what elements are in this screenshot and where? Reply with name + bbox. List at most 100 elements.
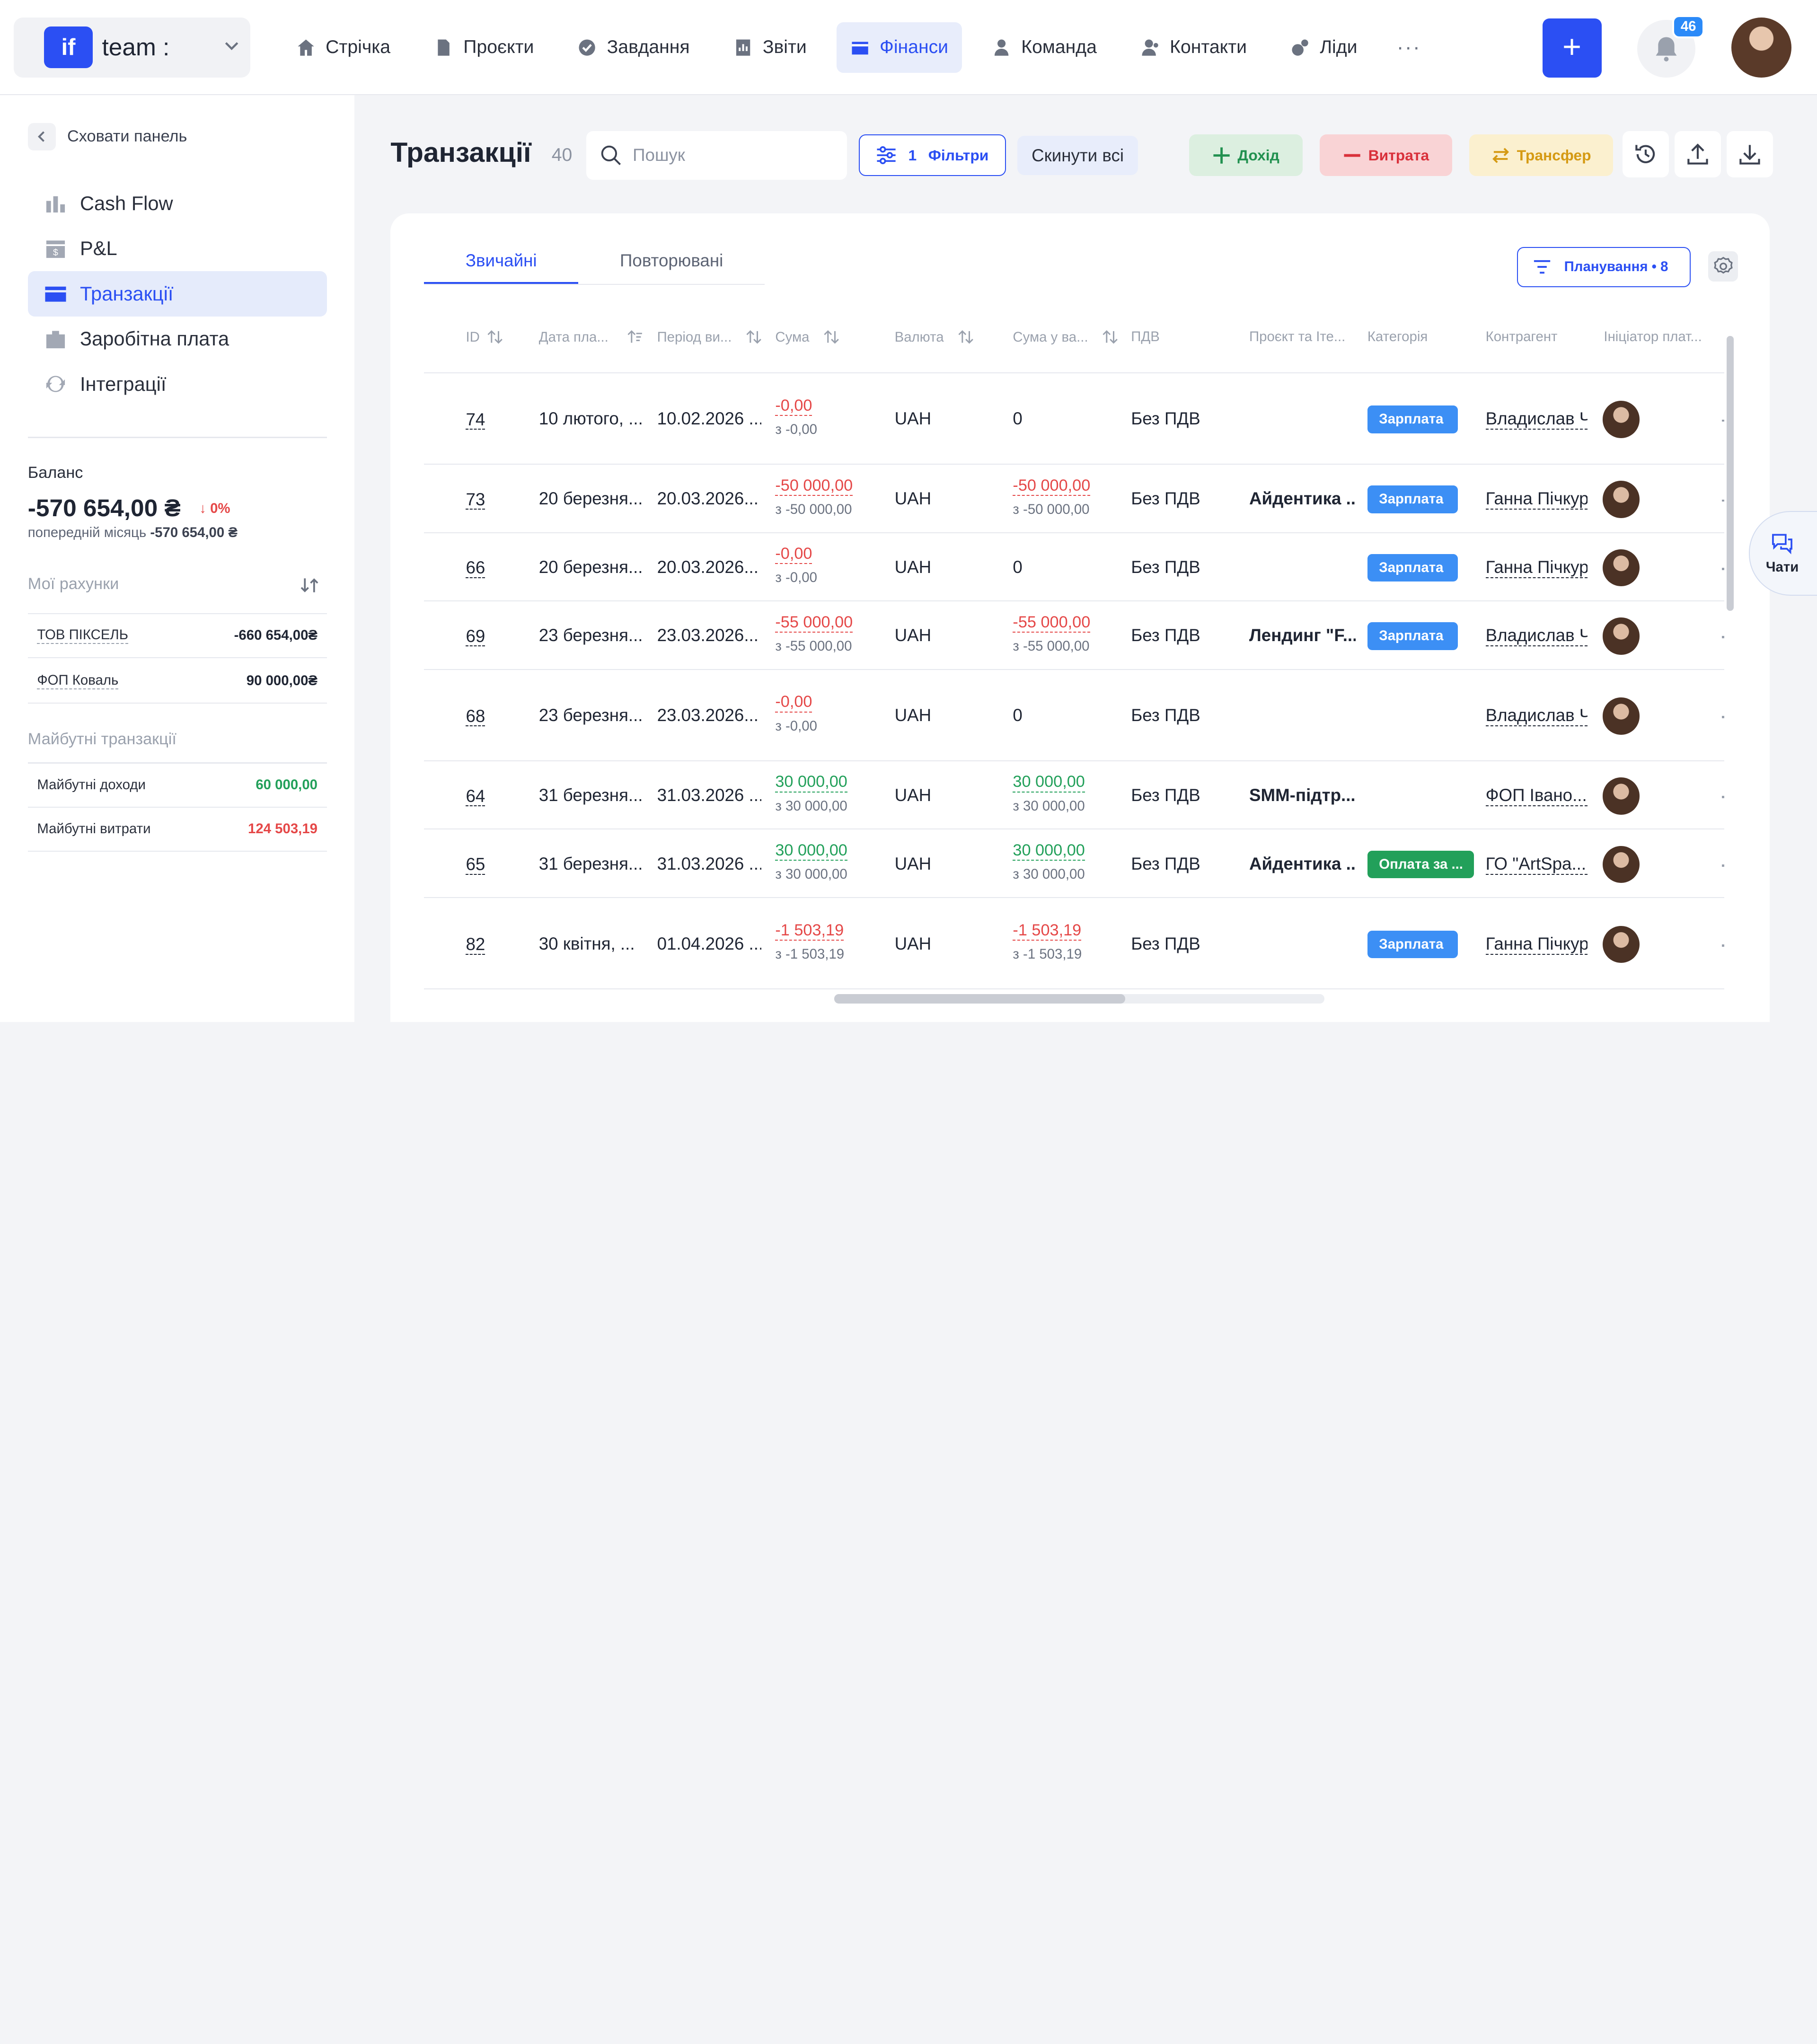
table-row[interactable]: 65 31 березня... 31.03.2026 ... 30 000,00 з …: [424, 829, 1725, 898]
col-vat[interactable]: ПДВ: [1131, 329, 1160, 345]
counterparty[interactable]: Ганна Пічкур: [1485, 934, 1588, 955]
counterparty[interactable]: Ганна Пічкур: [1485, 557, 1588, 578]
table-row[interactable]: 82 30 квітня, ... 01.04.2026 ... -1 503,19 з…: [424, 898, 1725, 990]
reset-filters-button[interactable]: Скинути всі: [1017, 135, 1138, 175]
nav-item-finance[interactable]: Фінанси: [837, 22, 962, 73]
amount-currency-value[interactable]: 30 000,00: [1013, 841, 1085, 861]
project[interactable]: SMM-підтр...: [1249, 785, 1356, 805]
table-row[interactable]: 74 10 лютого, ... 10.02.2026 ... -0,00 з -0,…: [424, 373, 1725, 465]
user-avatar[interactable]: [1731, 17, 1792, 78]
amount-value[interactable]: -55 000,00: [775, 613, 853, 633]
category-badge[interactable]: Зарплата: [1367, 930, 1458, 959]
col-initiator[interactable]: Ініціатор плат...: [1604, 329, 1702, 345]
nav-item-team[interactable]: Команда: [979, 22, 1111, 73]
tab-recurring[interactable]: Повторювані: [578, 238, 765, 284]
counterparty[interactable]: Ганна Пічкур: [1485, 489, 1588, 510]
planning-button[interactable]: Планування • 8: [1517, 247, 1691, 288]
search-input[interactable]: [633, 145, 818, 166]
col-project[interactable]: Проєкт та Іте...: [1249, 329, 1345, 345]
amount-value[interactable]: -0,00: [775, 396, 812, 416]
transaction-id[interactable]: 74: [466, 410, 485, 430]
amount-currency-value[interactable]: 30 000,00: [1013, 773, 1085, 793]
amount-value[interactable]: -0,00: [775, 693, 812, 713]
nav-item-tasks[interactable]: Завдання: [564, 22, 704, 73]
amount-value[interactable]: -0,00: [775, 545, 812, 564]
nav-item-leads[interactable]: Ліди: [1277, 22, 1371, 73]
sidebar-item-salary[interactable]: Заробітна плата: [28, 317, 327, 362]
table-row[interactable]: 64 31 березня... 31.03.2026 ... 30 000,00 з …: [424, 761, 1725, 830]
col-period[interactable]: Період ви...: [657, 329, 762, 345]
sidebar-item-label: Інтеграції: [79, 372, 167, 395]
amount-currency-value[interactable]: -55 000,00: [1013, 613, 1091, 633]
col-amount-currency[interactable]: Сума у ва...: [1013, 329, 1118, 345]
create-button[interactable]: +: [1542, 18, 1602, 78]
amount-currency-value[interactable]: -50 000,00: [1013, 476, 1091, 496]
project[interactable]: Лендинг "F...: [1249, 626, 1356, 645]
column-label: Сума: [775, 329, 810, 345]
transaction-id[interactable]: 66: [466, 558, 485, 578]
payment-date: 31 березня...: [538, 854, 643, 873]
account-row[interactable]: ТОВ ПІКСЕЛЬ -660 654,00₴: [27, 614, 327, 658]
column-label: Дата пла...: [538, 329, 609, 345]
vertical-scrollbar[interactable]: [1727, 336, 1734, 611]
counterparty[interactable]: Владислав Ч: [1485, 705, 1588, 727]
col-amount[interactable]: Сума: [775, 329, 839, 345]
sort-icon[interactable]: [299, 575, 320, 596]
export-button[interactable]: [1674, 131, 1721, 177]
counterparty[interactable]: ГО "ArtSpa...: [1485, 854, 1588, 875]
sidebar-item-cashflow[interactable]: Cash Flow: [28, 181, 327, 226]
col-counterparty[interactable]: Контрагент: [1486, 329, 1558, 345]
transaction-id[interactable]: 65: [466, 855, 485, 875]
history-button[interactable]: [1622, 131, 1669, 177]
workspace-switcher[interactable]: if team :: [14, 17, 250, 78]
table-row[interactable]: 69 23 березня... 23.03.2026... -55 000,00 з …: [424, 601, 1725, 670]
nav-item-feed[interactable]: Стрічка: [283, 22, 405, 73]
transaction-id[interactable]: 73: [466, 490, 485, 510]
counterparty[interactable]: Владислав Ч: [1485, 409, 1588, 430]
import-button[interactable]: [1727, 131, 1773, 177]
project[interactable]: Айдентика ...: [1249, 489, 1356, 509]
amount-value[interactable]: -50 000,00: [775, 476, 853, 496]
amount-value[interactable]: -1 503,19: [775, 921, 844, 941]
category-badge[interactable]: Зарплата: [1367, 554, 1458, 582]
hide-panel-button[interactable]: Сховати панель: [27, 123, 187, 151]
transaction-id[interactable]: 68: [466, 707, 485, 727]
category-badge[interactable]: Зарплата: [1367, 622, 1458, 650]
table-row[interactable]: 73 20 березня... 20.03.2026... -50 000,00 з …: [424, 465, 1725, 533]
counterparty[interactable]: ФОП Івано...: [1485, 785, 1588, 807]
transaction-id[interactable]: 64: [466, 787, 485, 807]
transaction-id[interactable]: 69: [466, 627, 485, 647]
col-payment-date[interactable]: Дата пла...: [539, 329, 644, 345]
search-box[interactable]: [586, 131, 847, 180]
amount-value[interactable]: 30 000,00: [775, 773, 847, 793]
col-category[interactable]: Категорія: [1367, 329, 1428, 345]
nav-item-projects[interactable]: Проєкти: [421, 22, 548, 73]
counterparty[interactable]: Владислав Ч: [1485, 626, 1588, 647]
add-transfer-button[interactable]: Трансфер: [1469, 134, 1613, 176]
nav-item-contacts[interactable]: Контакти: [1127, 22, 1261, 73]
category-badge[interactable]: Зарплата: [1367, 405, 1458, 433]
col-currency[interactable]: Валюта: [895, 329, 974, 345]
column-label: Контрагент: [1485, 329, 1558, 345]
sidebar-item-transactions[interactable]: Транзакції: [27, 271, 327, 317]
project[interactable]: Айдентика ...: [1249, 854, 1356, 874]
col-id[interactable]: ID: [466, 329, 503, 345]
table-row[interactable]: 68 23 березня... 23.03.2026... -0,00 з -0,00…: [424, 670, 1725, 761]
nav-more-button[interactable]: ···: [1387, 35, 1430, 59]
table-settings-button[interactable]: [1708, 251, 1738, 282]
add-income-button[interactable]: Дохід: [1189, 134, 1303, 176]
sidebar-item-pl[interactable]: $ P&L: [28, 226, 327, 272]
sidebar-item-integrations[interactable]: Інтеграції: [28, 361, 327, 407]
add-expense-button[interactable]: Витрата: [1320, 134, 1452, 176]
category-badge[interactable]: Оплата за ...: [1367, 850, 1474, 879]
account-row[interactable]: ФОП Коваль 90 000,00₴: [27, 659, 327, 704]
amount-value[interactable]: 30 000,00: [775, 841, 847, 861]
nav-item-reports[interactable]: Звіти: [720, 22, 820, 73]
table-row[interactable]: 66 20 березня... 20.03.2026... -0,00 з -0,00…: [424, 533, 1725, 602]
category-badge[interactable]: Зарплата: [1367, 485, 1458, 513]
filters-button[interactable]: 1 Фільтри: [858, 134, 1006, 176]
amount-currency-value[interactable]: -1 503,19: [1013, 921, 1082, 941]
tab-regular[interactable]: Звичайні: [424, 238, 579, 284]
transaction-id[interactable]: 82: [466, 935, 485, 955]
horizontal-scrollbar[interactable]: [834, 994, 1125, 1004]
